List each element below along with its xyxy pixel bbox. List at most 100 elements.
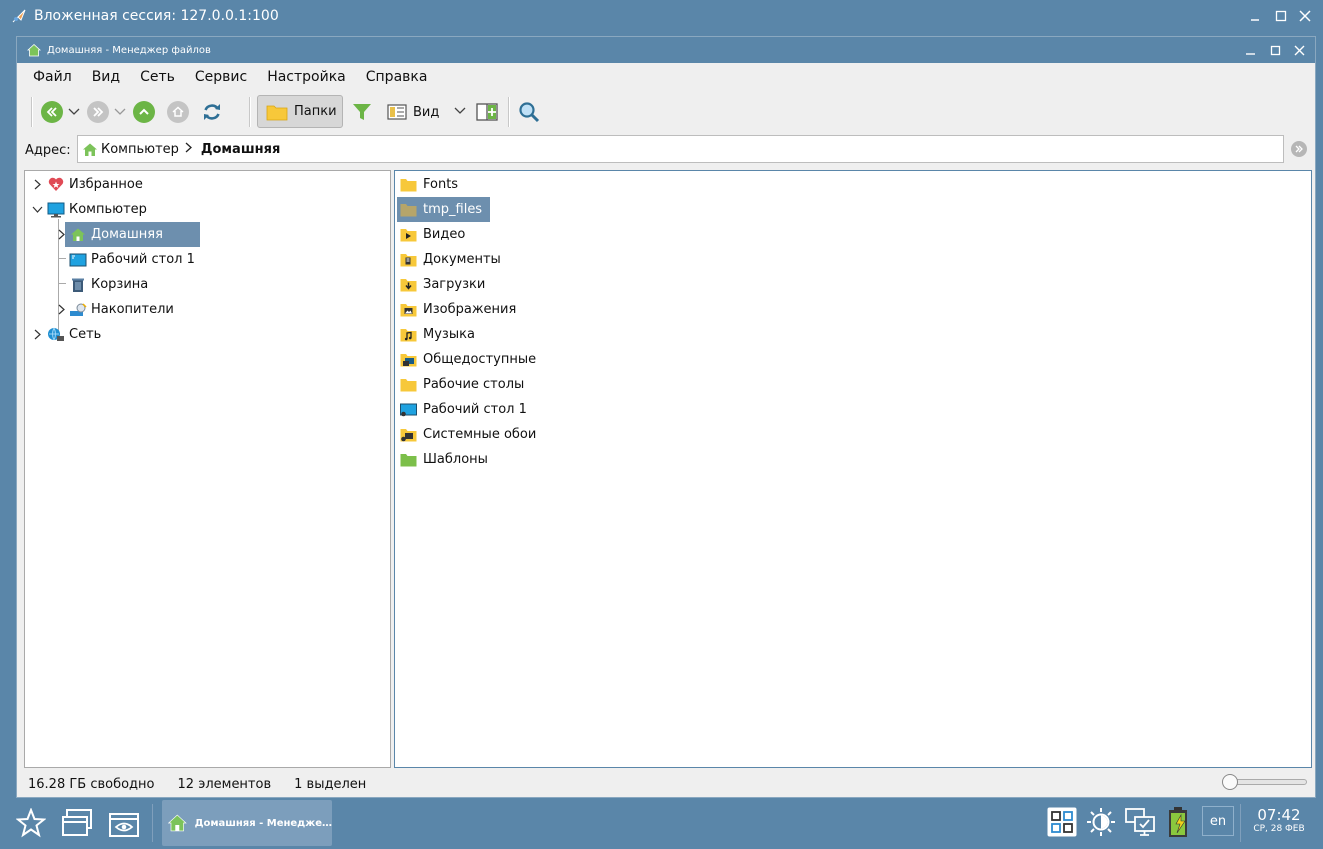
view-mode-chevron-icon[interactable] [453, 107, 467, 115]
menu-settings[interactable]: Настройка [257, 69, 356, 85]
brightness-button[interactable] [1085, 806, 1117, 838]
folders-toggle-label: Папки [294, 104, 337, 119]
show-desktop-button[interactable] [107, 806, 141, 840]
file-name: Общедоступные [423, 352, 537, 367]
battery-button[interactable] [1164, 806, 1196, 838]
folder-pictures-icon [399, 301, 417, 319]
clock-time: 07:42 [1257, 806, 1301, 824]
displays-icon [1125, 808, 1155, 836]
outer-close-button[interactable] [1292, 0, 1318, 32]
refresh-icon [204, 104, 220, 120]
file-item-selected[interactable]: tmp_files [397, 197, 491, 222]
tree-item-drives[interactable]: Накопители [58, 297, 174, 322]
breadcrumb-home[interactable]: Домашняя [201, 142, 280, 157]
tree-item-computer[interactable]: Компьютер [32, 197, 147, 222]
outer-minimize-button[interactable] [1242, 0, 1268, 32]
outer-maximize-button[interactable] [1268, 0, 1294, 32]
monitor-icon [47, 201, 65, 219]
address-clear-button[interactable] [1291, 141, 1307, 157]
folder-downloads-icon [399, 276, 417, 294]
menu-file[interactable]: Файл [23, 69, 82, 85]
clock[interactable]: 07:42 СР, 28 ФЕВ [1244, 806, 1314, 834]
file-item[interactable]: Рабочий стол 1 [397, 397, 527, 422]
file-item[interactable]: Шаблоны [397, 447, 488, 472]
forward-icon [87, 101, 109, 123]
selection-count-text: 1 выделен [294, 776, 367, 792]
maximize-button[interactable] [1263, 37, 1287, 63]
menu-view[interactable]: Вид [82, 69, 130, 85]
folder-icon [399, 201, 417, 219]
folder-documents-icon [399, 251, 417, 269]
back-button[interactable] [41, 95, 63, 129]
home-icon [168, 814, 187, 832]
file-item[interactable]: Изображения [397, 297, 516, 322]
windows-icon [62, 809, 92, 836]
app-grid-button[interactable] [1046, 806, 1078, 838]
home-icon [167, 101, 189, 123]
zoom-slider-handle[interactable] [1222, 774, 1238, 790]
file-item[interactable]: Загрузки [397, 272, 485, 297]
taskbar-app-file-manager[interactable]: Домашняя - Менедже… [162, 800, 332, 846]
folders-toggle-button[interactable]: Папки [257, 95, 343, 128]
minimize-button[interactable] [1238, 37, 1262, 63]
breadcrumb-computer[interactable]: Компьютер [101, 142, 179, 157]
battery-charging-icon [1169, 807, 1187, 837]
file-item[interactable]: Рабочие столы [397, 372, 524, 397]
taskbar-separator [1240, 804, 1241, 842]
expand-chevron-icon[interactable] [55, 228, 67, 240]
view-mode-button[interactable]: Вид [387, 95, 439, 129]
tree-item-desktop[interactable]: Рабочий стол 1 [69, 247, 195, 272]
brightness-icon [1087, 808, 1115, 836]
file-name: tmp_files [423, 202, 483, 217]
close-button[interactable] [1287, 37, 1311, 63]
expand-chevron-icon[interactable] [31, 328, 43, 340]
tree-item-home[interactable]: Домашняя [58, 222, 200, 247]
folder-public-icon [399, 351, 417, 369]
file-item[interactable]: Системные обои [397, 422, 536, 447]
collapse-chevron-icon[interactable] [31, 203, 43, 215]
file-list[interactable]: Fonts tmp_files Видео Документы Загрузки… [394, 170, 1312, 768]
tree-item-network[interactable]: Сеть [34, 322, 101, 347]
zoom-slider[interactable] [1222, 774, 1307, 790]
search-button[interactable] [516, 95, 542, 129]
address-label: Адрес: [25, 142, 71, 158]
tree-item-favorites[interactable]: Избранное [34, 172, 143, 197]
tree-item-trash[interactable]: Корзина [69, 272, 148, 297]
grid-icon [1047, 807, 1077, 837]
menu-network[interactable]: Сеть [130, 69, 185, 85]
folder-wallpapers-icon [399, 426, 417, 444]
menu-help[interactable]: Справка [356, 69, 438, 85]
folder-tree[interactable]: Избранное Компьютер Домашняя Рабочий сто… [24, 170, 391, 768]
up-button[interactable] [133, 95, 155, 129]
start-menu-button[interactable] [14, 806, 48, 840]
folder-icon [399, 176, 417, 194]
taskbar: Домашняя - Менедже… en 07:42 СР, 28 ФЕВ [0, 798, 1323, 849]
forward-button[interactable] [87, 95, 109, 129]
home-button[interactable] [167, 95, 189, 129]
file-item[interactable]: Документы [397, 247, 501, 272]
expand-chevron-icon[interactable] [55, 303, 67, 315]
file-item[interactable]: Видео [397, 222, 465, 247]
file-item[interactable]: Fonts [397, 172, 458, 197]
expand-chevron-icon[interactable] [31, 178, 43, 190]
forward-history-chevron-icon[interactable] [113, 108, 127, 116]
toolbar-separator [508, 97, 510, 127]
breadcrumb-chevron-icon [185, 142, 192, 157]
item-count-text: 12 элементов [177, 776, 272, 792]
file-name: Рабочий стол 1 [423, 402, 527, 417]
refresh-button[interactable] [201, 95, 223, 129]
window-list-button[interactable] [60, 806, 94, 840]
home-icon [69, 226, 87, 244]
menu-service[interactable]: Сервис [185, 69, 257, 85]
address-field[interactable]: Компьютер Домашняя [77, 135, 1284, 163]
back-history-chevron-icon[interactable] [67, 108, 81, 116]
keyboard-layout-indicator[interactable]: en [1202, 806, 1234, 836]
file-manager-window: Домашняя - Менеджер файлов Файл Вид Сеть… [16, 36, 1316, 798]
display-settings-button[interactable] [1124, 806, 1156, 838]
filter-button[interactable] [350, 95, 374, 129]
file-item[interactable]: Общедоступные [397, 347, 536, 372]
taskbar-app-label: Домашняя - Менедже… [194, 817, 332, 829]
file-item[interactable]: Музыка [397, 322, 475, 347]
eye-window-icon [109, 813, 139, 837]
split-view-button[interactable] [474, 95, 500, 129]
